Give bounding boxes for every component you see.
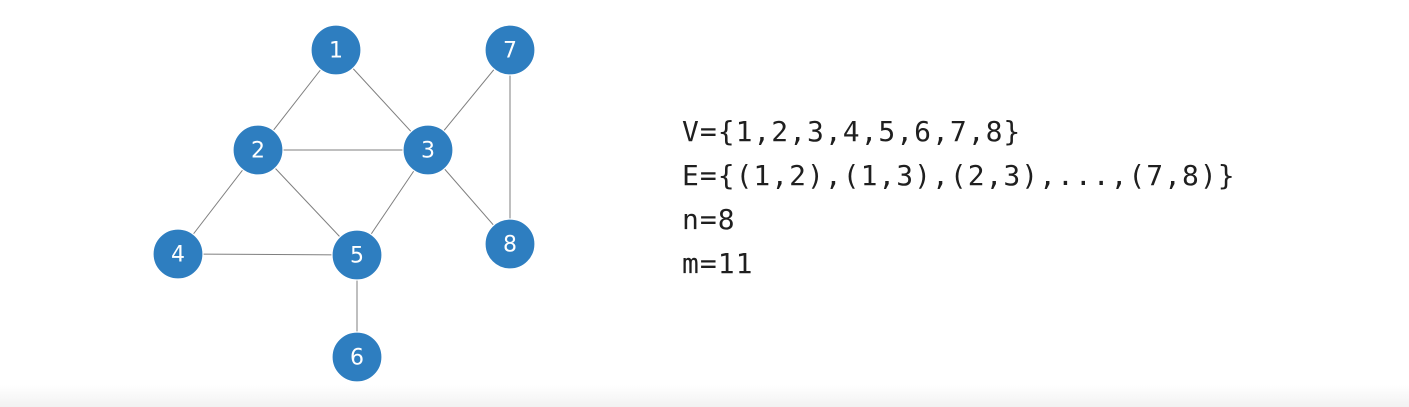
nodes: 1 2 3 4 5 6 7 8 <box>152 24 536 383</box>
bottom-shadow <box>0 385 1409 407</box>
node-7: 7 <box>484 24 536 76</box>
node-label-1: 1 <box>329 39 343 64</box>
node-3: 3 <box>402 124 454 176</box>
edge-4-5 <box>177 253 358 256</box>
node-label-6: 6 <box>350 346 364 371</box>
node-5: 5 <box>331 229 383 281</box>
node-label-4: 4 <box>171 243 185 268</box>
edge-set: E={(1,2),(1,3),(2,3),...,(7,8)} <box>682 159 1236 192</box>
node-label-8: 8 <box>503 233 517 258</box>
node-8: 8 <box>484 218 536 270</box>
node-label-5: 5 <box>350 244 364 269</box>
node-1: 1 <box>310 24 362 76</box>
edges <box>177 49 511 357</box>
node-label-3: 3 <box>421 139 435 164</box>
node-6: 6 <box>331 331 383 383</box>
edge-count: m=11 <box>682 247 754 280</box>
graph-diagram: 1 2 3 4 5 6 7 8 <box>152 24 536 383</box>
node-label-7: 7 <box>503 39 517 64</box>
vertex-set: V={1,2,3,4,5,6,7,8} <box>682 115 1022 148</box>
vertex-count: n=8 <box>682 203 736 236</box>
graph-definition: V={1,2,3,4,5,6,7,8} E={(1,2),(1,3),(2,3)… <box>682 110 1236 286</box>
node-2: 2 <box>232 124 284 176</box>
node-4: 4 <box>152 228 204 280</box>
node-label-2: 2 <box>251 139 265 164</box>
